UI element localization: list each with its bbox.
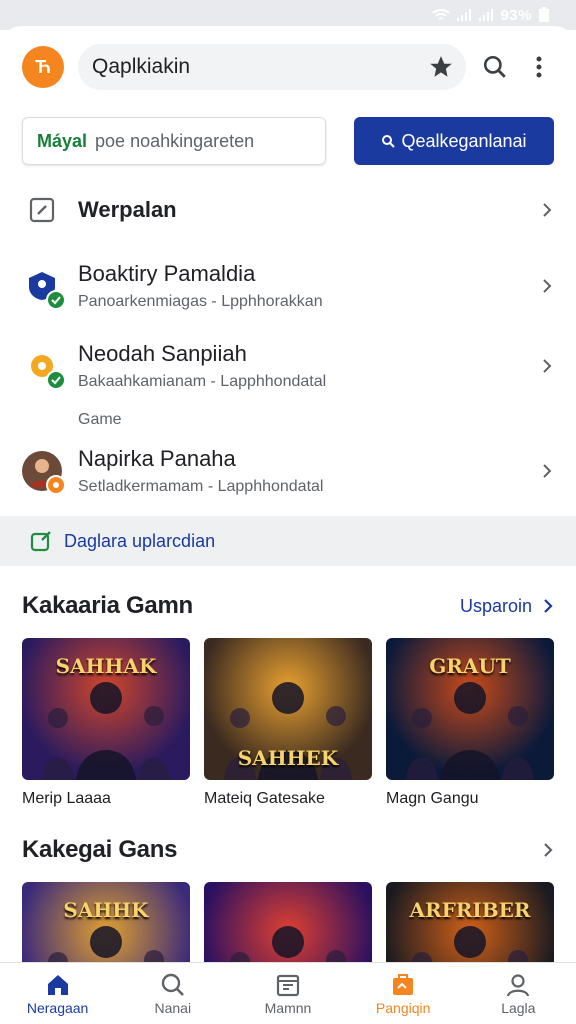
chevron-right-icon	[543, 464, 552, 478]
list-item-title: Werpalan	[78, 197, 177, 222]
main-sheet: Ћ Qaplkiakin Máyal poe noahkingareten Qe…	[0, 26, 576, 1024]
wifi-icon	[432, 9, 451, 20]
gear-app-icon	[22, 346, 66, 390]
list-item-title: Neodah Sanpiiah	[78, 341, 247, 366]
list-item-title: Napirka Panaha	[78, 446, 236, 471]
app-logo[interactable]: Ћ	[22, 46, 64, 88]
store-icon	[393, 973, 414, 995]
nav-label: Nanai	[154, 999, 192, 1016]
check-badge-icon	[46, 370, 66, 390]
star-icon[interactable]	[428, 54, 454, 80]
game-thumbnail: SAHHEK	[204, 638, 372, 780]
search-icon	[483, 55, 506, 78]
chip-bold: Máyal	[37, 130, 88, 151]
list-item-subtitle: Panoarkenmiagas - Lpphhorakkan	[78, 293, 323, 310]
see-more-link[interactable]: Usparoin	[460, 596, 554, 617]
battery-icon	[539, 7, 549, 22]
signal-icon-2	[479, 9, 494, 21]
game-card-row: SAHHAK Merip Laaaa SAHHEK Mateiq Gatesake GR…	[0, 638, 576, 808]
chip-row: Máyal poe noahkingareten Qealkeganlanai	[0, 108, 576, 170]
list-item[interactable]: Boaktiry Pamaldia Panoarkenmiagas - Lpph…	[0, 246, 576, 326]
nav-search[interactable]: Nanai	[123, 972, 223, 1016]
section-header: Kakaaria Gamn Usparoin	[0, 574, 576, 638]
chevron-right-icon	[543, 279, 552, 293]
nav-label: Neragaan	[26, 999, 89, 1016]
update-banner[interactable]: Daglara uplarcdian	[0, 516, 576, 566]
app-icon	[22, 266, 66, 310]
nav-calendar[interactable]: Mamnn	[238, 972, 338, 1016]
search-icon	[161, 973, 184, 996]
game-badge-icon	[46, 475, 66, 495]
list-item-subtitle: Bakaahkamianam - Lapphhondatal	[78, 373, 327, 390]
primary-action-label: Qealkeganlanai	[401, 130, 527, 151]
battery-percent: 93%	[500, 6, 532, 24]
game-thumbnail: GRAUT	[386, 638, 554, 780]
search-input[interactable]: Qaplkiakin	[92, 55, 428, 79]
location-chip[interactable]: Máyal poe noahkingareten	[22, 117, 326, 165]
section-title: Kakaaria Gamn	[22, 592, 193, 619]
banner-text: Daglara uplarcdian	[64, 530, 216, 551]
bottom-nav: Neragaan Nanai Mamnn Pangiqin Lagla	[0, 962, 576, 1024]
chevron-right-icon	[544, 599, 553, 613]
game-card[interactable]: SAHHEK Mateiq Gatesake	[204, 638, 372, 808]
profile-icon	[507, 973, 530, 996]
search-field[interactable]: Qaplkiakin	[78, 44, 466, 90]
nav-store[interactable]: Pangiqin	[353, 972, 453, 1016]
check-badge-icon	[46, 290, 66, 310]
game-title-art: SAHHK	[63, 898, 149, 922]
status-icons: 93%	[432, 7, 550, 24]
game-title-art: SAHHEK	[237, 746, 339, 770]
list-item[interactable]: Neodah Sanpiiah Bakaahkamianam - Lapphho…	[0, 326, 576, 406]
game-card[interactable]: GRAUT Magn Gangu	[386, 638, 554, 808]
game-card[interactable]: SAHHAK Merip Laaaa	[22, 638, 190, 808]
section-header: Kakegai Gans	[0, 818, 576, 882]
game-title-art: GRAUT	[429, 654, 511, 678]
logo-text: Ћ	[35, 56, 51, 77]
list-item[interactable]: Werpalan	[0, 174, 576, 246]
primary-action-button[interactable]: Qealkeganlanai	[354, 117, 554, 165]
list-item[interactable]: Napirka Panaha Setladkermamam - Lapphhon…	[0, 434, 576, 508]
section-label: Game	[78, 411, 122, 428]
search-button[interactable]	[480, 52, 510, 82]
list-item-title: Boaktiry Pamaldia	[78, 261, 256, 286]
chip-text: poe noahkingareten	[95, 130, 255, 151]
game-title-art: SAHHAK	[55, 654, 157, 678]
game-thumbnail: SAHHAK	[22, 638, 190, 780]
chevron-right-icon	[543, 359, 552, 373]
nav-label: Pangiqin	[375, 999, 431, 1016]
more-button[interactable]	[524, 52, 554, 82]
chevron-right-icon[interactable]	[542, 842, 554, 858]
edit-icon	[22, 190, 62, 230]
list-item-subtitle: Setladkermamam - Lapphhondatal	[78, 478, 324, 495]
game-title-art: ARFRIBER	[409, 898, 531, 922]
search-small-icon	[382, 135, 396, 148]
avatar	[22, 451, 66, 495]
nav-profile[interactable]: Lagla	[468, 972, 568, 1016]
nav-home[interactable]: Neragaan	[8, 972, 108, 1016]
game-card-caption: Magn Gangu	[386, 790, 479, 807]
see-more-label: Usparoin	[459, 595, 532, 616]
update-icon	[30, 531, 51, 552]
nav-label: Lagla	[501, 999, 536, 1016]
home-icon	[47, 974, 68, 995]
signal-icon	[457, 9, 472, 21]
game-card-caption: Mateiq Gatesake	[204, 790, 325, 807]
top-bar: Ћ Qaplkiakin	[0, 26, 576, 108]
more-vert-icon	[536, 56, 542, 78]
section-title: Kakegai Gans	[22, 836, 178, 863]
chevron-right-icon	[543, 203, 552, 217]
nav-label: Mamnn	[264, 999, 312, 1016]
calendar-icon	[276, 974, 300, 996]
game-card-caption: Merip Laaaa	[22, 790, 111, 807]
